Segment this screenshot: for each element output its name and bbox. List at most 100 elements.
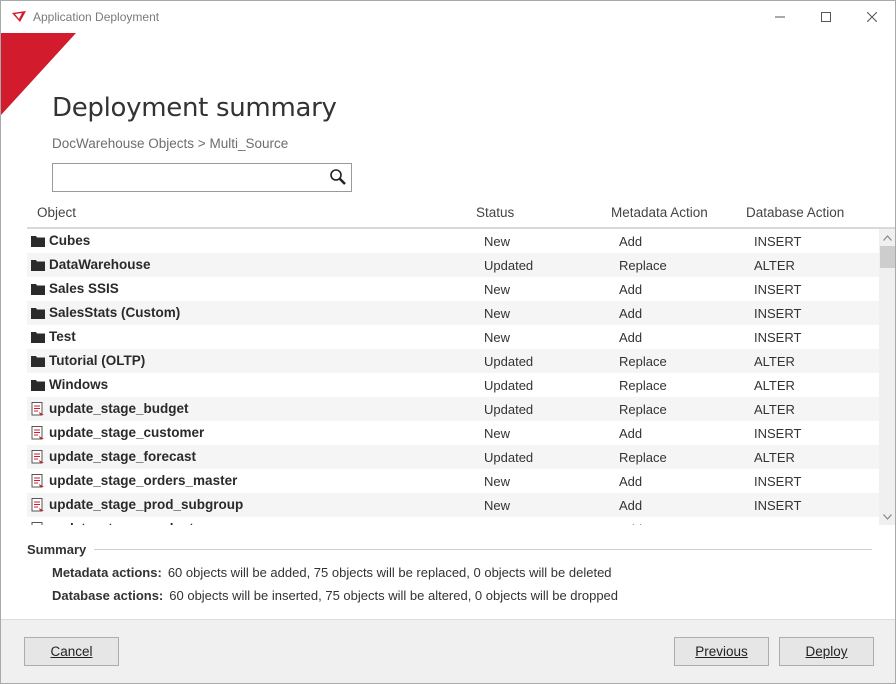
status-cell: New: [484, 474, 511, 489]
minimize-icon: [775, 16, 785, 18]
metadata-action-cell: Replace: [619, 354, 667, 369]
scroll-thumb[interactable]: [880, 246, 895, 268]
folder-icon: [31, 284, 45, 295]
table-row[interactable]: Windows Updated Replace ALTER: [27, 373, 879, 397]
summary-divider: [94, 549, 872, 550]
object-name: Test: [49, 329, 76, 344]
database-action-cell: INSERT: [754, 306, 802, 321]
table-row[interactable]: update_stage_forecast Updated Replace ALTER: [27, 445, 879, 469]
metadata-actions-label: Metadata actions:: [52, 565, 162, 580]
scroll-down-button[interactable]: [879, 508, 895, 525]
column-header-object[interactable]: Object: [37, 205, 76, 220]
database-action-cell: ALTER: [754, 354, 795, 369]
metadata-action-cell: Add: [619, 522, 642, 525]
object-name: update_stage_orders_master: [49, 473, 238, 488]
database-action-cell: ALTER: [754, 378, 795, 393]
scroll-up-button[interactable]: [879, 229, 895, 246]
object-name: update_stage_product: [49, 521, 194, 525]
metadata-action-cell: Replace: [619, 378, 667, 393]
folder-icon: [31, 332, 45, 343]
metadata-action-cell: Add: [619, 426, 643, 441]
metadata-action-cell: Replace: [619, 258, 667, 273]
page-title: Deployment summary: [52, 93, 337, 123]
column-header-metadata-action[interactable]: Metadata Action: [611, 205, 708, 220]
search-icon[interactable]: [329, 168, 347, 186]
table-row[interactable]: Cubes New Add INSERT: [27, 229, 879, 253]
cancel-button[interactable]: Cancel: [24, 637, 119, 666]
object-name: Cubes: [49, 233, 91, 248]
metadata-action-cell: Add: [619, 234, 643, 249]
maximize-button[interactable]: [803, 1, 849, 33]
status-cell: Updated: [484, 378, 534, 393]
chevron-down-icon: [883, 513, 892, 520]
chevron-up-icon: [883, 234, 892, 241]
database-action-cell: ALTER: [754, 402, 795, 417]
summary-heading: Summary: [27, 542, 87, 557]
status-cell: New: [484, 498, 511, 513]
status-cell: Updated: [484, 450, 534, 465]
metadata-action-cell: Add: [619, 498, 643, 513]
metadata-action-cell: Replace: [619, 450, 667, 465]
table-row[interactable]: update_stage_budget Updated Replace ALTER: [27, 397, 879, 421]
previous-button[interactable]: Previous: [674, 637, 769, 666]
table-row[interactable]: Sales SSIS New Add INSERT: [27, 277, 879, 301]
status-cell: Updated: [484, 402, 534, 417]
metadata-action-cell: Add: [619, 282, 643, 297]
script-icon: [31, 498, 44, 512]
folder-icon: [31, 260, 45, 271]
object-name: update_stage_budget: [49, 401, 189, 416]
table-row[interactable]: update_stage_prod_subgroup New Add INSERT: [27, 493, 879, 517]
object-name: Windows: [49, 377, 109, 392]
database-action-cell: INSERT: [754, 282, 802, 297]
table-row[interactable]: DataWarehouse Updated Replace ALTER: [27, 253, 879, 277]
title-bar: Application Deployment: [1, 1, 895, 33]
status-cell: Updated: [484, 258, 534, 273]
database-action-cell: INSERT: [754, 474, 802, 489]
table-row[interactable]: update_stage_customer New Add INSERT: [27, 421, 879, 445]
close-button[interactable]: [849, 1, 895, 33]
status-cell: Updated: [484, 354, 534, 369]
app-logo-icon: [12, 11, 26, 22]
table-row[interactable]: Test New Add INSERT: [27, 325, 879, 349]
status-cell: New: [484, 234, 511, 249]
table-row[interactable]: Tutorial (OLTP) Updated Replace ALTER: [27, 349, 879, 373]
object-name: Sales SSIS: [49, 281, 119, 296]
object-name: Tutorial (OLTP): [49, 353, 146, 368]
folder-icon: [31, 308, 45, 319]
database-actions-row: Database actions: 60 objects will be inse…: [52, 588, 618, 603]
metadata-action-cell: Add: [619, 306, 643, 321]
script-icon: [31, 474, 44, 488]
metadata-action-cell: Add: [619, 474, 643, 489]
folder-icon: [31, 356, 45, 367]
maximize-icon: [821, 12, 831, 22]
search-input[interactable]: [53, 164, 331, 189]
script-icon: [31, 450, 44, 464]
script-icon: [31, 426, 44, 440]
database-action-cell: INSERT: [754, 426, 802, 441]
metadata-action-cell: Replace: [619, 402, 667, 417]
metadata-action-cell: Add: [619, 330, 643, 345]
metadata-actions-row: Metadata actions: 60 objects will be adde…: [52, 565, 612, 580]
footer-bar: Cancel Previous Deploy: [1, 619, 895, 683]
vertical-scrollbar[interactable]: [879, 229, 895, 525]
column-header-status[interactable]: Status: [476, 205, 514, 220]
object-name: SalesStats (Custom): [49, 305, 181, 320]
status-cell: New: [484, 282, 511, 297]
database-action-cell: ALTER: [754, 450, 795, 465]
database-action-cell: ALTER: [754, 258, 795, 273]
database-action-cell: INSERT: [754, 234, 802, 249]
table-row[interactable]: update_stage_orders_master New Add INSERT: [27, 469, 879, 493]
folder-icon: [31, 380, 45, 391]
object-name: DataWarehouse: [49, 257, 151, 272]
database-actions-label: Database actions:: [52, 588, 164, 603]
column-header-database-action[interactable]: Database Action: [746, 205, 844, 220]
status-cell: New: [484, 522, 510, 525]
minimize-button[interactable]: [757, 1, 803, 33]
status-cell: New: [484, 426, 511, 441]
script-icon: [31, 402, 44, 416]
database-action-cell: INSERT: [754, 498, 802, 513]
table-row[interactable]: update_stage_product New Add INSERT: [27, 517, 879, 525]
table-row[interactable]: SalesStats (Custom) New Add INSERT: [27, 301, 879, 325]
deploy-button[interactable]: Deploy: [779, 637, 874, 666]
database-actions-text: 60 objects will be inserted, 75 objects …: [169, 588, 619, 603]
